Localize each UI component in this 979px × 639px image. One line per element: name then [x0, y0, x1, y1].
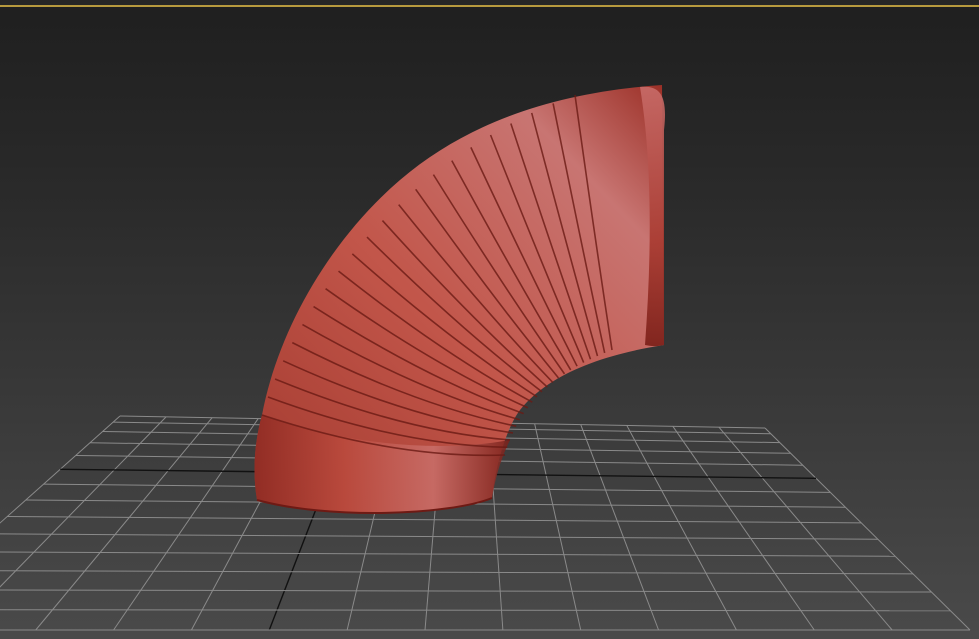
grid-line: [0, 415, 121, 524]
grid-line: [764, 427, 971, 631]
grid-line: [534, 423, 582, 631]
grid-line: [0, 533, 878, 540]
grid-line: [672, 426, 815, 631]
grid-line: [580, 424, 660, 631]
grid-line: [626, 425, 737, 631]
grid-line: [718, 426, 893, 631]
grid-line: [113, 418, 259, 631]
perspective-viewport[interactable]: [0, 0, 979, 639]
grid-line: [0, 570, 914, 575]
pipe-elbow-mesh[interactable]: [254, 85, 665, 514]
grid-line: [0, 609, 951, 612]
viewport-scene[interactable]: [0, 0, 979, 639]
